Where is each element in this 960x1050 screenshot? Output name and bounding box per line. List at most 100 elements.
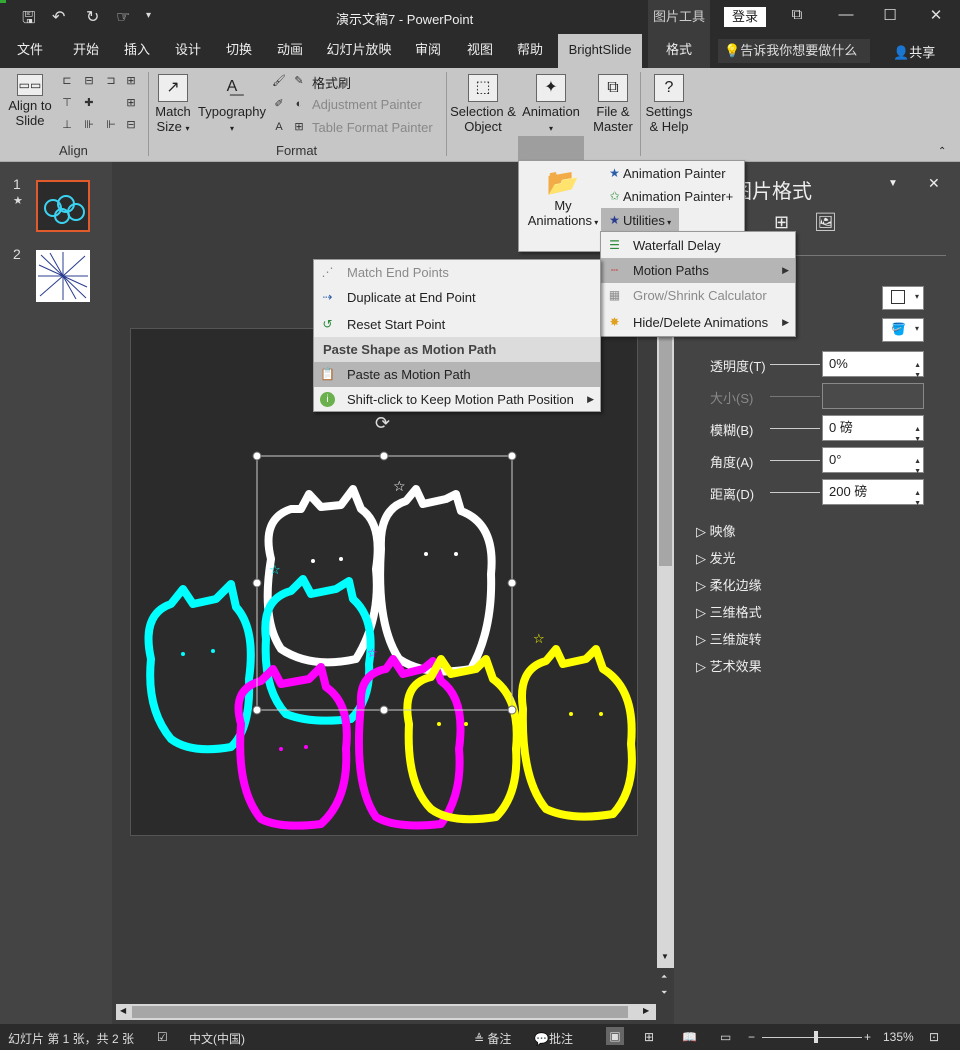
pane-close-icon[interactable]: ✕ bbox=[928, 175, 940, 192]
shadow-preset-dropdown[interactable]: ▾ bbox=[882, 286, 924, 310]
tab-brightslide[interactable]: BrightSlide bbox=[558, 34, 642, 68]
tab-design[interactable]: 设计 bbox=[166, 34, 210, 68]
scroll-left-icon[interactable]: ◀ bbox=[120, 1006, 126, 1015]
settings-help-button[interactable]: ? Settings & Help bbox=[642, 74, 696, 134]
align-to-slide-button[interactable]: ▭▭ Align to Slide bbox=[4, 74, 56, 128]
size-properties-icon[interactable]: ⊞ bbox=[774, 212, 789, 233]
reading-view-icon[interactable]: 📖 bbox=[682, 1030, 697, 1044]
match-end-points-item[interactable]: ⋰ Match End Points bbox=[314, 260, 600, 285]
hide-delete-item[interactable]: ✸ Hide/Delete Animations ▶ bbox=[601, 310, 795, 335]
section-glow[interactable]: ▷ 发光 bbox=[696, 548, 736, 567]
section-soft-edges[interactable]: ▷ 柔化边缘 bbox=[696, 575, 762, 594]
maximize-button[interactable]: ☐ bbox=[880, 6, 900, 24]
vertical-scroll-thumb[interactable] bbox=[659, 330, 672, 566]
transparency-slider[interactable] bbox=[770, 364, 820, 365]
ribbon-display-icon[interactable]: ⧉ bbox=[787, 6, 807, 23]
vertical-scrollbar[interactable]: ▼ bbox=[657, 330, 674, 968]
tell-me-search[interactable]: 💡告诉我你想要做什么 bbox=[718, 39, 870, 63]
typography-button[interactable]: A͟ Typography ▾ bbox=[196, 74, 268, 136]
spellcheck-icon[interactable]: ☑ bbox=[157, 1030, 168, 1044]
slide-thumbnail-1[interactable] bbox=[36, 180, 90, 232]
normal-view-icon[interactable]: ▣ bbox=[606, 1027, 624, 1045]
slide-thumbnail-2[interactable] bbox=[36, 250, 90, 302]
grid-icon[interactable]: ⊟ bbox=[124, 118, 138, 132]
angle-input[interactable]: 0° ▲ ▼ bbox=[822, 447, 924, 475]
section-reflection[interactable]: ▷ 映像 bbox=[696, 521, 736, 540]
utilities-button[interactable]: ★ Utilities ▾ bbox=[601, 208, 679, 233]
selection-object-button[interactable]: ⬚ Selection & Object bbox=[448, 74, 518, 134]
comments-button[interactable]: 💬批注 bbox=[534, 1030, 573, 1047]
reset-start-point-item[interactable]: ↺ Reset Start Point bbox=[314, 312, 600, 337]
animation-button[interactable]: ✦ Animation ▾ bbox=[520, 74, 582, 136]
blur-input[interactable]: 0 磅 ▲ ▼ bbox=[822, 415, 924, 443]
next-slide-icon[interactable]: ⏷ bbox=[661, 988, 667, 998]
tab-animations[interactable]: 动画 bbox=[268, 34, 312, 68]
adjustment-painter-button[interactable]: Adjustment Painter bbox=[312, 97, 422, 112]
tab-format[interactable]: 格式 bbox=[648, 34, 710, 68]
align-right-icon[interactable]: ⊐ bbox=[104, 74, 118, 88]
fit-to-window-icon[interactable]: ⊡ bbox=[929, 1030, 939, 1044]
tab-transitions[interactable]: 切换 bbox=[218, 34, 260, 68]
align-middle-icon[interactable]: ✚ bbox=[82, 96, 96, 110]
spacing-icon[interactable]: ⊩ bbox=[104, 118, 118, 132]
picture-icon[interactable]: 🖼 bbox=[814, 212, 837, 233]
format-painter-button[interactable]: 格式刷 bbox=[312, 73, 351, 92]
tab-review[interactable]: 审阅 bbox=[406, 34, 450, 68]
collapse-ribbon-icon[interactable]: ⌃ bbox=[938, 146, 946, 157]
horizontal-scrollbar[interactable]: ◀ ▶ bbox=[116, 1004, 656, 1020]
zoom-in-icon[interactable]: + bbox=[864, 1030, 871, 1044]
login-button[interactable]: 登录 bbox=[724, 7, 766, 27]
prev-slide-icon[interactable]: ⏶ bbox=[661, 972, 667, 982]
motion-paths-item[interactable]: ┄ Motion Paths ▶ bbox=[601, 258, 795, 283]
language-indicator[interactable]: 中文(中国) bbox=[189, 1030, 245, 1047]
minimize-button[interactable]: — bbox=[836, 6, 856, 23]
paste-as-motion-path-item[interactable]: 📋 Paste as Motion Path bbox=[314, 362, 600, 387]
animation-painter-item[interactable]: ★ Animation Painter bbox=[601, 161, 741, 186]
grow-shrink-item[interactable]: ▦ Grow/Shrink Calculator bbox=[601, 283, 795, 308]
zoom-out-icon[interactable]: − bbox=[748, 1030, 755, 1044]
notes-button[interactable]: ≜ 备注 bbox=[474, 1030, 511, 1047]
save-icon[interactable]: 🖫 bbox=[22, 7, 36, 34]
transparency-input[interactable]: 0% ▲ ▼ bbox=[822, 351, 924, 379]
file-master-button[interactable]: ⧉ File & Master bbox=[590, 74, 636, 134]
animation-painter-plus-item[interactable]: ✩ Animation Painter+ bbox=[601, 184, 741, 209]
section-3d-format[interactable]: ▷ 三维格式 bbox=[696, 602, 762, 621]
shift-click-item[interactable]: i Shift-click to Keep Motion Path Positio… bbox=[314, 387, 600, 412]
angle-slider[interactable] bbox=[770, 460, 820, 461]
stack-icon[interactable]: ⊪ bbox=[82, 118, 96, 132]
waterfall-delay-item[interactable]: ☰ Waterfall Delay bbox=[601, 233, 795, 258]
section-artistic-effects[interactable]: ▷ 艺术效果 bbox=[696, 656, 762, 675]
align-top-icon[interactable]: ⊤ bbox=[60, 96, 74, 110]
align-bottom-icon[interactable]: ⊥ bbox=[60, 118, 74, 132]
tab-file[interactable]: 文件 bbox=[10, 34, 50, 68]
duplicate-end-point-item[interactable]: ⇢ Duplicate at End Point bbox=[314, 285, 600, 310]
distribute-h-icon[interactable]: ⊞ bbox=[124, 74, 138, 88]
blur-slider[interactable] bbox=[770, 428, 820, 429]
distance-slider[interactable] bbox=[770, 492, 820, 493]
shadow-color-dropdown[interactable]: 🪣 ▾ bbox=[882, 318, 924, 342]
align-center-icon[interactable]: ⊟ bbox=[82, 74, 96, 88]
share-button[interactable]: 👤共享 bbox=[893, 42, 935, 61]
zoom-slider-thumb[interactable] bbox=[814, 1031, 818, 1043]
customize-qat-icon[interactable]: ▾ bbox=[146, 10, 151, 21]
slideshow-icon[interactable]: ▭ bbox=[720, 1030, 731, 1044]
slide-sorter-icon[interactable]: ⊞ bbox=[644, 1030, 654, 1044]
distance-input[interactable]: 200 磅 ▲ ▼ bbox=[822, 479, 924, 507]
match-size-button[interactable]: ↗ Match Size ▾ bbox=[152, 74, 194, 136]
table-format-painter-button[interactable]: Table Format Painter bbox=[312, 120, 433, 135]
touch-mode-icon[interactable]: ☞ bbox=[116, 7, 130, 27]
tab-slideshow[interactable]: 幻灯片放映 bbox=[322, 34, 396, 68]
align-left-icon[interactable]: ⊏ bbox=[60, 74, 74, 88]
section-3d-rotation[interactable]: ▷ 三维旋转 bbox=[696, 629, 762, 648]
tab-help[interactable]: 帮助 bbox=[510, 34, 550, 68]
distribute-v-icon[interactable]: ⊞ bbox=[124, 96, 138, 110]
my-animations-button[interactable]: 📂 My Animations ▾ bbox=[523, 167, 603, 228]
zoom-level[interactable]: 135% bbox=[883, 1030, 914, 1044]
undo-icon[interactable]: ↶ bbox=[52, 7, 65, 27]
tab-home[interactable]: 开始 bbox=[64, 34, 108, 68]
close-button[interactable]: ✕ bbox=[926, 6, 946, 24]
zoom-slider[interactable] bbox=[762, 1037, 862, 1038]
scroll-down-icon[interactable]: ▼ bbox=[661, 952, 669, 961]
pane-options-icon[interactable]: ▼ bbox=[888, 178, 898, 189]
tab-view[interactable]: 视图 bbox=[458, 34, 502, 68]
